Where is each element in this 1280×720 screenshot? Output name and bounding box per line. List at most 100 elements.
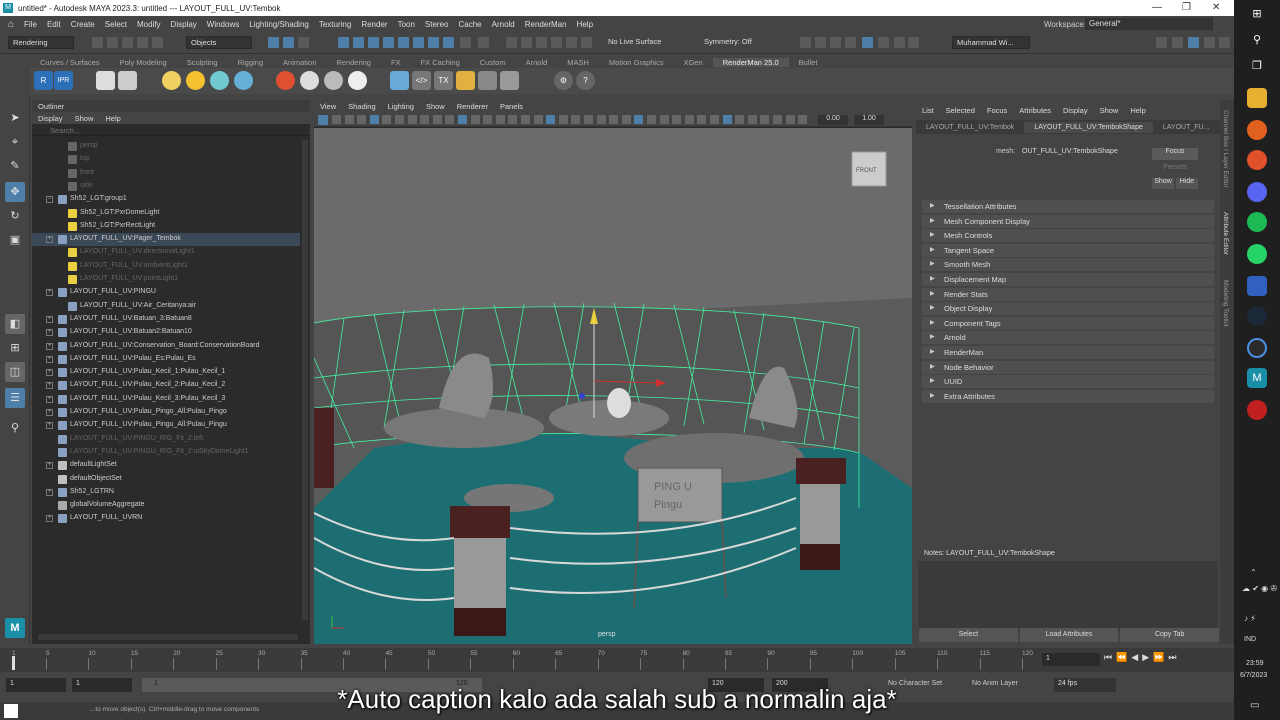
outliner-item[interactable]: front [32, 167, 300, 180]
select-object-icon[interactable] [283, 37, 294, 48]
copy-tab-button[interactable]: Copy Tab [1120, 628, 1220, 642]
viewport-tool-icon[interactable] [420, 115, 430, 124]
notification-icon[interactable]: ▭ [1250, 700, 1259, 711]
channel-box-toggle-icon[interactable] [1204, 37, 1215, 48]
lightning-icon[interactable] [456, 71, 475, 90]
clapboard-icon[interactable] [96, 71, 115, 90]
mountain-icon[interactable] [500, 71, 519, 90]
outliner-item[interactable]: + LAYOUT_FULL_UV:Batuan_3:Batuan8 [32, 313, 300, 326]
viewport-tool-icon[interactable] [647, 115, 656, 124]
menu-edit[interactable]: Edit [47, 20, 61, 29]
viewport-tool-icon[interactable] [483, 115, 493, 124]
shelf-tab-sculpting[interactable]: Sculpting [177, 58, 228, 67]
menu-stereo[interactable]: Stereo [425, 20, 449, 29]
expand-toggle-icon[interactable]: − [46, 196, 53, 204]
viewport-tool-icon[interactable] [344, 115, 354, 124]
outliner-menu-display[interactable]: Display [38, 114, 63, 123]
attr-menu-help[interactable]: Help [1130, 106, 1145, 115]
two-pane-icon[interactable]: ◫ [5, 362, 25, 382]
white-material-icon[interactable] [348, 71, 367, 90]
new-scene-icon[interactable] [92, 37, 103, 48]
shelf-tab-rendering[interactable]: Rendering [326, 58, 381, 67]
expand-toggle-icon[interactable]: + [46, 382, 53, 390]
rm-ipr-shelf-icon[interactable]: IPR [54, 71, 73, 90]
viewport-tool-icon[interactable] [609, 115, 619, 124]
clapboard2-icon[interactable] [118, 71, 137, 90]
attr-menu-list[interactable]: List [922, 106, 934, 115]
single-pane-icon[interactable]: ◧ [5, 314, 25, 334]
outliner-item[interactable]: top [32, 153, 300, 166]
menu-modify[interactable]: Modify [137, 20, 161, 29]
outliner-item[interactable]: Sh52_LGT:PxrRectLight [32, 220, 300, 233]
attr-section-mesh-controls[interactable]: Mesh Controls [922, 229, 1214, 243]
scale-tool-icon[interactable]: ▣ [5, 230, 25, 250]
outliner-item[interactable]: + LAYOUT_FULL_UVRN [32, 512, 300, 525]
magnet3-icon[interactable] [536, 37, 547, 48]
viewport-tool-icon[interactable] [798, 115, 808, 124]
close-button[interactable]: ✕ [1212, 2, 1220, 13]
expand-toggle-icon[interactable]: + [46, 289, 53, 297]
magnet5-icon[interactable] [566, 37, 577, 48]
attr-section-extra-attributes[interactable]: Extra Attributes [922, 389, 1214, 403]
shelf-tab-animation[interactable]: Animation [273, 58, 326, 67]
file-explorer-icon[interactable] [1247, 88, 1267, 108]
outliner-item[interactable]: + LAYOUT_FULL_UV:Pulau_Pingo_All:Pulau_Pi… [32, 406, 300, 419]
shelf-tab-arnold[interactable]: Arnold [516, 58, 558, 67]
viewport-tool-icon[interactable] [785, 115, 795, 124]
env-light-icon[interactable] [210, 71, 229, 90]
presets-button[interactable]: Presets [1152, 164, 1198, 176]
exposure-field[interactable]: 0.00 [818, 115, 848, 125]
taskbar-search-icon[interactable]: ⚲ [1247, 30, 1267, 50]
viewport-tool-icon[interactable] [445, 115, 455, 124]
open-scene-icon[interactable] [107, 37, 118, 48]
attr-section-smooth-mesh[interactable]: Smooth Mesh [922, 258, 1214, 272]
blender-icon[interactable] [1247, 120, 1267, 140]
viewport-tool-icon[interactable] [684, 115, 694, 124]
viewport-menu-shading[interactable]: Shading [348, 102, 376, 111]
magnet-icon[interactable] [506, 37, 517, 48]
mesh-name-field[interactable]: OUT_FULL_UV:TembokShape [1022, 148, 1118, 155]
viewport-tool-icon[interactable] [533, 115, 543, 124]
viewport-menu-panels[interactable]: Panels [500, 102, 523, 111]
outliner-item[interactable]: − Sh52_LGT:group1 [32, 193, 300, 206]
outliner-search-input[interactable]: Search... [32, 124, 310, 136]
outliner-item[interactable]: + LAYOUT_FULL_UV:Pulau_Es:Pulau_Es [32, 353, 300, 366]
expand-toggle-icon[interactable]: + [46, 409, 53, 416]
expand-toggle-icon[interactable]: + [46, 315, 53, 323]
menu-display[interactable]: Display [171, 20, 197, 29]
histogram-icon[interactable] [478, 71, 497, 90]
firefox-icon[interactable] [1247, 150, 1267, 170]
viewport-menu-view[interactable]: View [320, 102, 336, 111]
outliner-item[interactable]: LAYOUT_FULL_UV:PINGU_RIG_Fit_2:uiSkyDome… [32, 446, 300, 459]
select-tool-icon[interactable]: ➤ [5, 108, 25, 128]
outliner-item[interactable]: + LAYOUT_FULL_UV:Pager_Tembok [32, 233, 300, 247]
modeling-toolkit-tab[interactable]: Modeling Toolkit [1222, 280, 1229, 327]
outliner-item[interactable]: globalVolumeAggregate [32, 499, 300, 512]
attr-section-mesh-component-display[interactable]: Mesh Component Display [922, 214, 1214, 228]
outliner-menu-help[interactable]: Help [105, 114, 120, 123]
rm-render-icon[interactable] [878, 37, 889, 48]
move-manip-z[interactable] [579, 393, 585, 399]
hide-button[interactable]: Hide [1176, 178, 1198, 189]
spotify-icon[interactable] [1247, 212, 1267, 232]
history-icon[interactable] [478, 37, 489, 48]
snap-vertex-icon[interactable] [443, 37, 454, 48]
viewport-tool-icon[interactable] [634, 115, 644, 124]
snap-pivot-icon[interactable] [428, 37, 439, 48]
menu-lightingshading[interactable]: Lighting/Shading [249, 20, 309, 29]
lock-icon[interactable] [460, 37, 471, 48]
outliner-item[interactable]: + LAYOUT_FULL_UV:Pulau_Kecil_3:Pulau_Keci… [32, 393, 300, 406]
minimize-button[interactable]: — [1152, 2, 1162, 13]
menu-texturing[interactable]: Texturing [319, 20, 351, 29]
channel-box-tab[interactable]: Channel Box / Layer Editor [1222, 110, 1229, 188]
menu-help[interactable]: Help [577, 20, 593, 29]
shelf-tab-rigging[interactable]: Rigging [228, 58, 273, 67]
outliner-hscrollbar[interactable] [38, 634, 298, 640]
snap-view-icon[interactable] [383, 37, 394, 48]
attr-menu-focus[interactable]: Focus [987, 106, 1007, 115]
viewport-tool-icon[interactable] [571, 115, 581, 124]
viewport-tool-icon[interactable] [558, 115, 568, 124]
clock-time[interactable]: 23:59 [1246, 660, 1264, 667]
chevron-up-icon[interactable]: ⌃ [1250, 568, 1257, 577]
expand-toggle-icon[interactable]: + [46, 462, 53, 470]
